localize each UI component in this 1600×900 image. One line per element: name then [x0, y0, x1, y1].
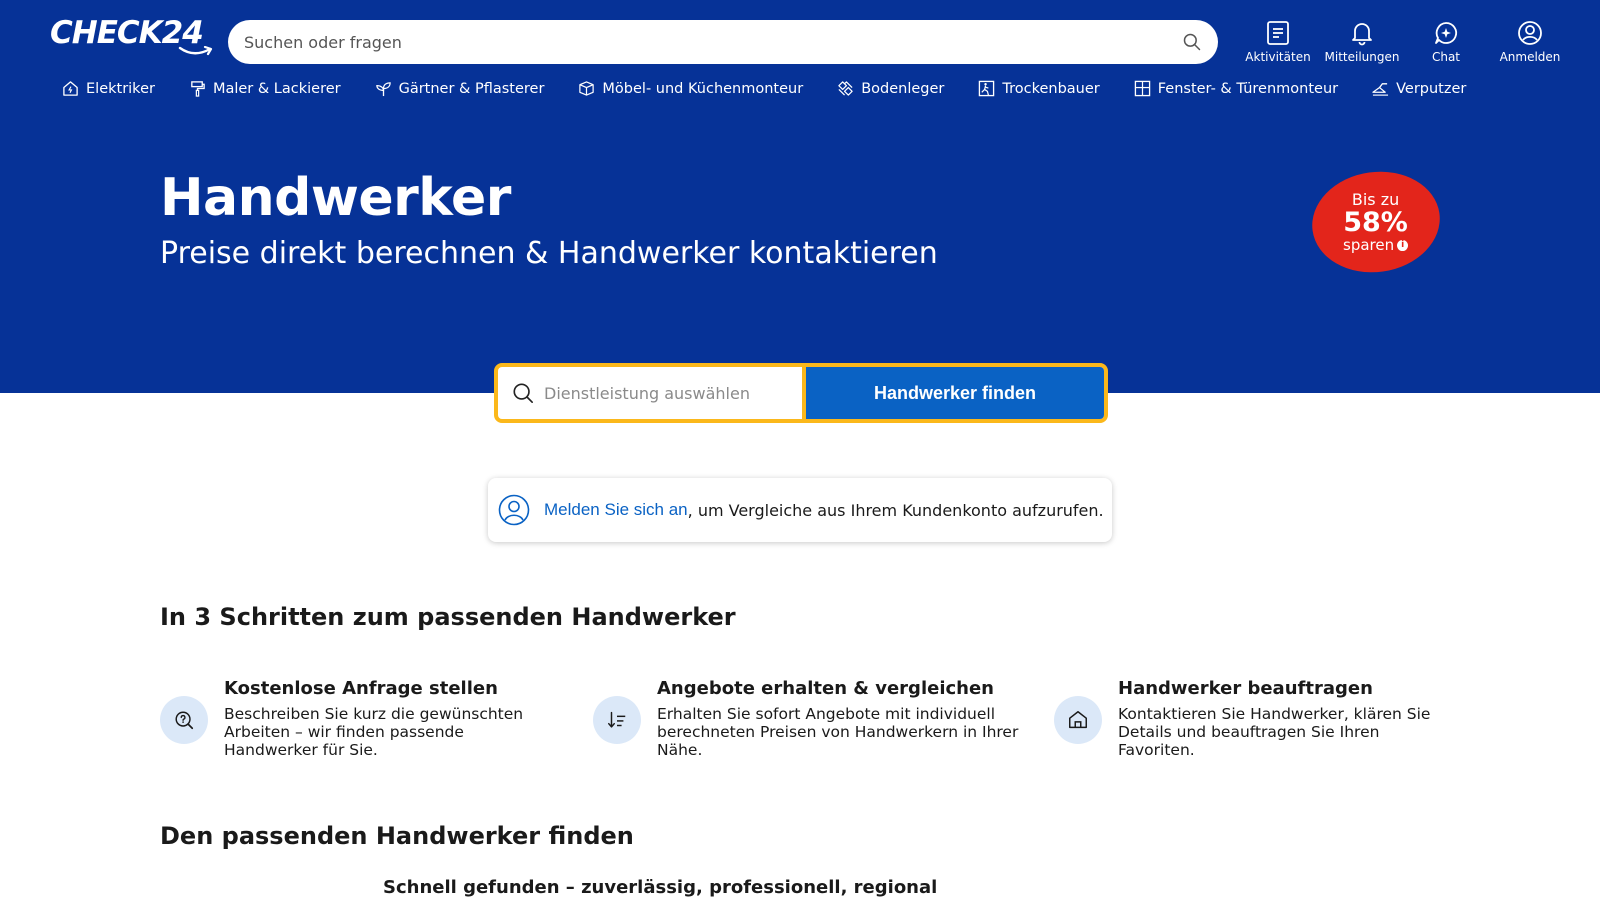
chat-icon [1435, 22, 1458, 44]
step-description: Erhalten Sie sofort Angebote mit individ… [657, 705, 1019, 759]
info-icon[interactable]: i [1397, 239, 1409, 251]
login-button[interactable]: Anmelden [1488, 20, 1572, 64]
paint-roller-icon [191, 81, 205, 97]
service-select[interactable] [498, 367, 802, 419]
step-icon-wrap [1054, 696, 1102, 744]
category-label: Bodenleger [861, 80, 945, 97]
window-icon [1134, 80, 1150, 97]
step-title: Handwerker beauftragen [1118, 678, 1373, 699]
global-search-input[interactable] [244, 32, 1182, 52]
chat-label: Chat [1431, 50, 1461, 64]
plant-icon [375, 82, 391, 97]
category-elektriker[interactable]: Elektriker [62, 80, 155, 97]
user-icon [1518, 21, 1542, 45]
category-verputzer[interactable]: Verputzer [1372, 80, 1466, 97]
badge-percent: 58% [1343, 207, 1409, 239]
step-text: Handwerker beauftragen Kontaktieren Sie … [1118, 678, 1444, 759]
find-craftsman-button[interactable]: Handwerker finden [806, 367, 1104, 419]
category-bodenleger[interactable]: Bodenleger [837, 80, 944, 97]
step-text: Kostenlose Anfrage stellen Beschreiben S… [224, 678, 560, 759]
category-label: Gärtner & Pflasterer [398, 80, 545, 97]
furniture-icon [579, 81, 595, 96]
category-maler[interactable]: Maler & Lackierer [189, 80, 341, 97]
step-title: Angebote erhalten & vergleichen [657, 678, 994, 699]
category-fenster-tueren[interactable]: Fenster- & Türenmonteur [1134, 80, 1338, 97]
check24-logo[interactable]: CHECK24 [50, 16, 215, 62]
activities-icon [1267, 21, 1289, 45]
logo-text: CHECK24 [50, 15, 204, 51]
category-label: Trockenbauer [1002, 80, 1100, 97]
chat-button[interactable]: Chat [1404, 20, 1488, 64]
step-1: Kostenlose Anfrage stellen Beschreiben S… [160, 678, 560, 759]
login-label: Anmelden [1499, 50, 1561, 64]
page-subtitle: Preise direkt berechnen & Handwerker kon… [160, 236, 938, 271]
service-input[interactable] [544, 383, 784, 403]
step-text: Angebote erhalten & vergleichen Erhalten… [657, 678, 1023, 759]
activities-label: Aktivitäten [1245, 50, 1311, 64]
search-icon [513, 383, 533, 403]
house-outline-icon [1069, 711, 1087, 729]
step-2: Angebote erhalten & vergleichen Erhalten… [593, 678, 1023, 759]
user-avatar-icon [498, 494, 530, 526]
global-search-bar[interactable] [228, 20, 1218, 64]
page-title: Handwerker [160, 168, 511, 228]
step-icon-wrap [593, 696, 641, 744]
notifications-label: Mitteilungen [1324, 50, 1400, 64]
find-section-heading: Den passenden Handwerker finden [160, 822, 634, 850]
category-label: Fenster- & Türenmonteur [1157, 80, 1339, 97]
find-section-subheading: Schnell gefunden – zuverlässig, professi… [383, 877, 938, 898]
login-hint-text: , um Vergleiche aus Ihrem Kundenkonto au… [687, 500, 1104, 520]
login-hint-box: Melden Sie sich an , um Vergleiche aus I… [488, 478, 1112, 542]
logo-swoosh-icon [178, 46, 213, 56]
activities-button[interactable]: Aktivitäten [1236, 20, 1320, 64]
step-3: Handwerker beauftragen Kontaktieren Sie … [1054, 678, 1444, 759]
category-label: Elektriker [86, 80, 155, 97]
category-label: Maler & Lackierer [212, 80, 341, 97]
notifications-button[interactable]: Mitteilungen [1320, 20, 1404, 64]
service-finder: Handwerker finden [494, 363, 1108, 423]
question-search-icon [175, 711, 194, 730]
category-gaertner[interactable]: Gärtner & Pflasterer [375, 80, 545, 97]
login-link[interactable]: Melden Sie sich an [544, 500, 688, 520]
trowel-icon [1372, 83, 1389, 96]
floor-icon [838, 81, 853, 96]
drywall-icon [979, 80, 995, 97]
sort-list-icon [608, 711, 626, 728]
steps-heading: In 3 Schritten zum passenden Handwerker [160, 603, 736, 631]
category-nav: Elektriker Maler & Lackierer Gärtner & P… [62, 80, 1500, 97]
bell-icon [1352, 23, 1372, 46]
step-icon-wrap [160, 696, 208, 744]
category-moebelmonteur[interactable]: Möbel- und Küchenmonteur [578, 80, 803, 97]
header-actions: Aktivitäten Mitteilungen Chat Anmelden [1236, 20, 1572, 64]
house-icon [63, 81, 78, 96]
step-title: Kostenlose Anfrage stellen [224, 678, 498, 699]
badge-sparen: sparen [1343, 236, 1395, 255]
badge-line3: sparen i [1343, 236, 1409, 255]
category-label: Möbel- und Küchenmonteur [602, 80, 804, 97]
category-trockenbauer[interactable]: Trockenbauer [978, 80, 1100, 97]
step-description: Kontaktieren Sie Handwerker, klären Sie … [1118, 705, 1431, 759]
search-icon[interactable] [1182, 32, 1202, 52]
step-description: Beschreiben Sie kurz die gewünschten Arb… [224, 705, 524, 759]
category-label: Verputzer [1396, 80, 1467, 97]
